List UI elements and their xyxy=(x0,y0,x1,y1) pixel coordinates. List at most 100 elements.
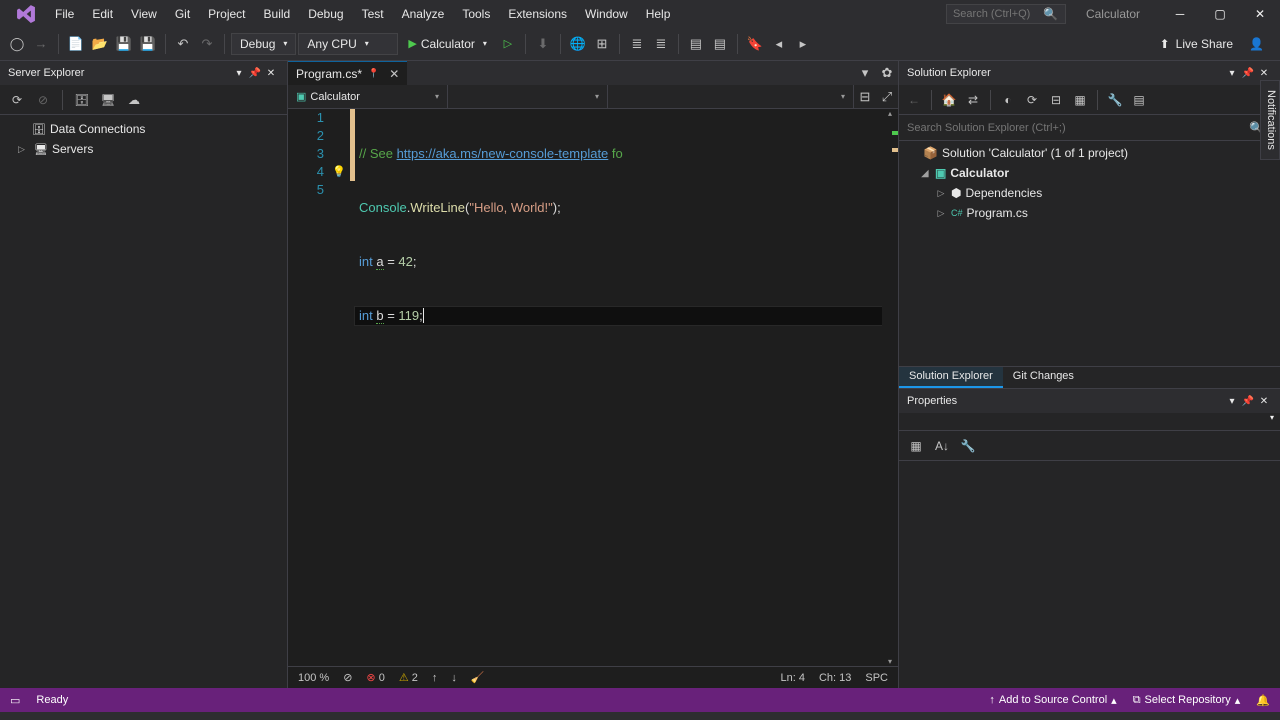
account-icon[interactable]: 👤 xyxy=(1249,37,1264,51)
notifications-tab[interactable]: Notifications xyxy=(1260,80,1280,160)
panel-dropdown-icon[interactable]: ▾ xyxy=(1224,68,1240,79)
code-editor[interactable]: 1 2 3 4 5 💡 // See https://aka.ms/new-co… xyxy=(288,109,898,666)
start-no-debug-icon[interactable]: ▷ xyxy=(497,33,519,55)
menu-analyze[interactable]: Analyze xyxy=(394,3,453,25)
connect-db-icon[interactable]: 🗄 xyxy=(71,89,93,111)
notifications-bell-icon[interactable]: 🔔 xyxy=(1256,694,1270,707)
menu-extensions[interactable]: Extensions xyxy=(500,3,575,25)
tab-dropdown-icon[interactable]: ▾ xyxy=(854,62,876,84)
nav-fwd-icon[interactable]: → xyxy=(30,33,52,55)
back-icon[interactable]: ← xyxy=(903,89,925,111)
menu-file[interactable]: File xyxy=(47,3,82,25)
solution-search-input[interactable] xyxy=(907,122,1249,134)
save-all-icon[interactable]: 💾 xyxy=(137,33,159,55)
tab-close-icon[interactable]: ✕ xyxy=(389,67,399,81)
quick-search[interactable]: 🔍 xyxy=(946,4,1066,24)
spaces-indicator[interactable]: SPC xyxy=(865,672,888,684)
live-share-button[interactable]: ⬆ Live Share 👤 xyxy=(1150,37,1274,51)
panel-close-icon[interactable]: ✕ xyxy=(1256,396,1272,407)
home-icon[interactable]: 🏠 xyxy=(938,89,960,111)
bookmark-next-icon[interactable]: ▸ xyxy=(792,33,814,55)
menu-view[interactable]: View xyxy=(123,3,165,25)
nav-member-dropdown[interactable]: ▾ xyxy=(608,85,854,108)
clean-icon[interactable]: 🧹 xyxy=(471,671,485,684)
nav-project-dropdown[interactable]: ▣ Calculator ▾ xyxy=(288,85,448,108)
tree-servers[interactable]: ▷ 🖥 Servers xyxy=(0,139,287,159)
select-repository[interactable]: ⧉ Select Repository ▴ xyxy=(1133,694,1241,707)
menu-help[interactable]: Help xyxy=(638,3,679,25)
indent-icon[interactable]: ≣ xyxy=(650,33,672,55)
categorized-icon[interactable]: ▦ xyxy=(905,435,927,457)
panel-dropdown-icon[interactable]: ▾ xyxy=(231,68,247,79)
menu-edit[interactable]: Edit xyxy=(84,3,121,25)
save-icon[interactable]: 💾 xyxy=(113,33,135,55)
tab-pin-icon[interactable]: 📍 xyxy=(368,68,379,79)
lightbulb-icon[interactable]: 💡 xyxy=(332,165,346,178)
platform-dropdown[interactable]: Any CPU▾ xyxy=(298,33,398,55)
panel-close-icon[interactable]: ✕ xyxy=(1256,68,1272,79)
comment-icon[interactable]: ▤ xyxy=(685,33,707,55)
uncomment-icon[interactable]: ▤ xyxy=(709,33,731,55)
browser-link-icon[interactable]: 🌐 xyxy=(567,33,589,55)
expand-icon[interactable]: ▷ xyxy=(935,188,947,199)
show-all-icon[interactable]: ▦ xyxy=(1069,89,1091,111)
menu-git[interactable]: Git xyxy=(167,3,198,25)
nav-type-dropdown[interactable]: ▾ xyxy=(448,85,608,108)
preview-icon[interactable]: ▤ xyxy=(1128,89,1150,111)
refresh-icon[interactable]: ⟳ xyxy=(6,89,28,111)
file-program-cs[interactable]: ▷ C# Program.cs xyxy=(899,203,1280,223)
alphabetical-icon[interactable]: A↓ xyxy=(931,435,953,457)
configuration-dropdown[interactable]: Debug▾ xyxy=(231,33,296,55)
pin-icon[interactable]: 📌 xyxy=(1240,396,1256,407)
panel-dropdown-icon[interactable]: ▾ xyxy=(1224,396,1240,407)
menu-build[interactable]: Build xyxy=(256,3,299,25)
expand-icon[interactable]: ▷ xyxy=(935,208,947,219)
menu-debug[interactable]: Debug xyxy=(300,3,351,25)
char-indicator[interactable]: Ch: 13 xyxy=(819,672,851,684)
minimize-button[interactable]: ─ xyxy=(1160,0,1200,27)
start-debug-button[interactable]: ▶Calculator▾ xyxy=(400,35,495,53)
azure-icon[interactable]: ☁ xyxy=(123,89,145,111)
nav-up-icon[interactable]: ↑ xyxy=(432,672,438,684)
code-text[interactable]: // See https://aka.ms/new-console-templa… xyxy=(355,109,882,666)
tab-solution-explorer[interactable]: Solution Explorer xyxy=(899,367,1003,388)
error-count[interactable]: ⊗ 0 xyxy=(366,671,384,684)
overview-ruler[interactable]: ▴ ▾ xyxy=(882,109,898,666)
swap-icon[interactable]: ⤢ xyxy=(876,86,898,108)
menu-window[interactable]: Window xyxy=(577,3,636,25)
dependencies-node[interactable]: ▷ ⬢ Dependencies xyxy=(899,183,1280,203)
bookmark-prev-icon[interactable]: ◂ xyxy=(768,33,790,55)
collapse-icon[interactable]: ⊟ xyxy=(1045,89,1067,111)
menu-test[interactable]: Test xyxy=(354,3,392,25)
open-icon[interactable]: 📂 xyxy=(89,33,111,55)
pin-icon[interactable]: 📌 xyxy=(1240,68,1256,79)
zoom-level[interactable]: 100 % xyxy=(298,672,329,684)
tab-settings-icon[interactable]: ✿ xyxy=(876,62,898,84)
menu-project[interactable]: Project xyxy=(200,3,253,25)
tab-program-cs[interactable]: Program.cs* 📍 ✕ xyxy=(288,61,407,85)
sync-icon[interactable]: ⟳ xyxy=(1021,89,1043,111)
quick-search-input[interactable] xyxy=(953,8,1043,20)
output-icon[interactable]: ▭ xyxy=(10,694,20,707)
split-icon[interactable]: ⊟ xyxy=(854,86,876,108)
stop-icon[interactable]: ⊘ xyxy=(32,89,54,111)
nav-down-icon[interactable]: ↓ xyxy=(451,672,457,684)
properties-icon[interactable]: 🔧 xyxy=(1104,89,1126,111)
outdent-icon[interactable]: ≣ xyxy=(626,33,648,55)
collapse-icon[interactable]: ◢ xyxy=(919,168,931,179)
tab-git-changes[interactable]: Git Changes xyxy=(1003,367,1084,388)
maximize-button[interactable]: ▢ xyxy=(1200,0,1240,27)
solution-search[interactable]: 🔍 ▾ xyxy=(899,115,1280,141)
tree-data-connections[interactable]: 🗄 Data Connections xyxy=(0,119,287,139)
redo-icon[interactable]: ↷ xyxy=(196,33,218,55)
no-issues-icon[interactable]: ⊘ xyxy=(343,671,352,684)
line-indicator[interactable]: Ln: 4 xyxy=(780,672,804,684)
menu-tools[interactable]: Tools xyxy=(454,3,498,25)
nav-back-icon[interactable]: ◯ xyxy=(6,33,28,55)
pending-icon[interactable]: ◐ xyxy=(997,89,1019,111)
warning-count[interactable]: ⚠ 2 xyxy=(399,671,418,684)
pin-icon[interactable]: 📌 xyxy=(247,68,263,79)
step-icon[interactable]: ⬇ xyxy=(532,33,554,55)
connect-server-icon[interactable]: 🖥 xyxy=(97,89,119,111)
layout-icon[interactable]: ⊞ xyxy=(591,33,613,55)
